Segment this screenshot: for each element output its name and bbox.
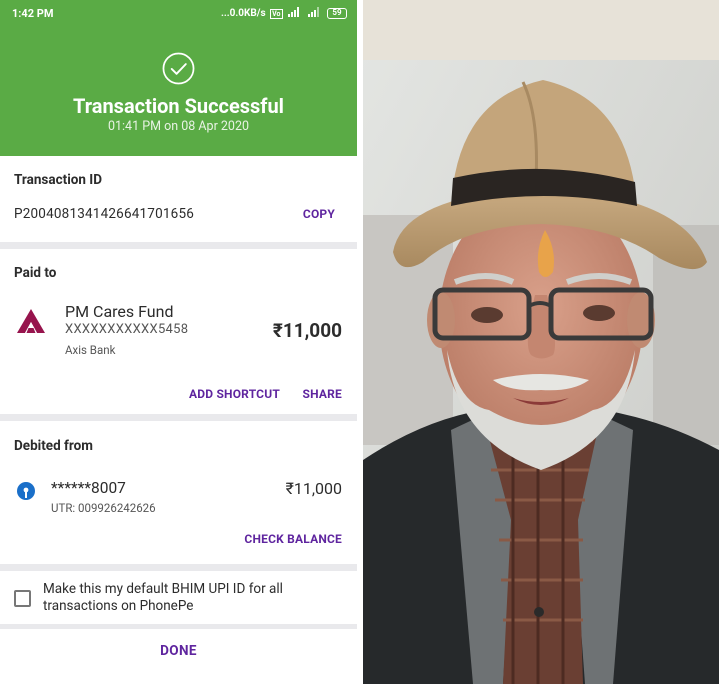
default-upi-checkbox[interactable]: [14, 590, 31, 607]
payee-name: PM Cares Fund: [65, 302, 174, 321]
debit-amount: ₹11,000: [285, 479, 342, 498]
man-in-hat-photo: [363, 0, 719, 684]
status-time: 1:42 PM: [12, 7, 54, 20]
debit-account: ******8007: [51, 479, 126, 497]
success-header: 1:42 PM ...0.0KB/s Vo 59 Transaction Suc…: [0, 0, 357, 156]
phonepe-receipt-screen: 1:42 PM ...0.0KB/s Vo 59 Transaction Suc…: [0, 0, 357, 684]
status-bar: 1:42 PM ...0.0KB/s Vo 59: [0, 7, 357, 23]
transaction-id-value: P2004081341426641701656: [14, 206, 195, 222]
success-check-icon: [162, 52, 195, 85]
paid-to-label: Paid to: [14, 265, 57, 281]
status-icons: ...0.0KB/s Vo 59: [221, 7, 347, 20]
page-title: Transaction Successful: [73, 94, 284, 118]
add-shortcut-button[interactable]: ADD SHORTCUT: [189, 387, 280, 401]
paid-amount: ₹11,000: [272, 319, 342, 342]
payee-bank: Axis Bank: [65, 343, 116, 357]
check-balance-button[interactable]: CHECK BALANCE: [244, 532, 342, 546]
transaction-id-label: Transaction ID: [14, 172, 103, 188]
debited-from-card: Debited from ******8007 UTR: 00992624262…: [0, 421, 357, 564]
axis-bank-logo-icon: [17, 309, 45, 333]
default-upi-label[interactable]: Make this my default BHIM UPI ID for all…: [43, 581, 323, 615]
battery-icon: 59: [327, 8, 347, 19]
sbi-bank-logo-icon: [17, 482, 35, 500]
debited-from-label: Debited from: [14, 438, 93, 454]
payee-account: XXXXXXXXXXX5458: [65, 322, 189, 337]
share-button[interactable]: SHARE: [303, 387, 342, 401]
signal-2-icon: [307, 7, 322, 20]
signal-icon: [288, 7, 302, 20]
default-upi-card: Make this my default BHIM UPI ID for all…: [0, 571, 357, 624]
portrait-photo: [363, 0, 719, 684]
paid-to-card: Paid to PM Cares Fund XXXXXXXXXXX5458 Ax…: [0, 249, 357, 414]
network-speed: ...0.0KB/s: [220, 8, 266, 19]
utr-number: UTR: 009926242626: [51, 501, 156, 515]
transaction-timestamp: 01:41 PM on 08 Apr 2020: [107, 119, 250, 134]
volte-icon: Vo: [270, 8, 283, 19]
done-button[interactable]: DONE: [0, 643, 357, 659]
transaction-id-card: Transaction ID P2004081341426641701656 C…: [0, 156, 357, 242]
copy-button[interactable]: COPY: [303, 207, 335, 221]
footer: DONE: [0, 629, 357, 684]
